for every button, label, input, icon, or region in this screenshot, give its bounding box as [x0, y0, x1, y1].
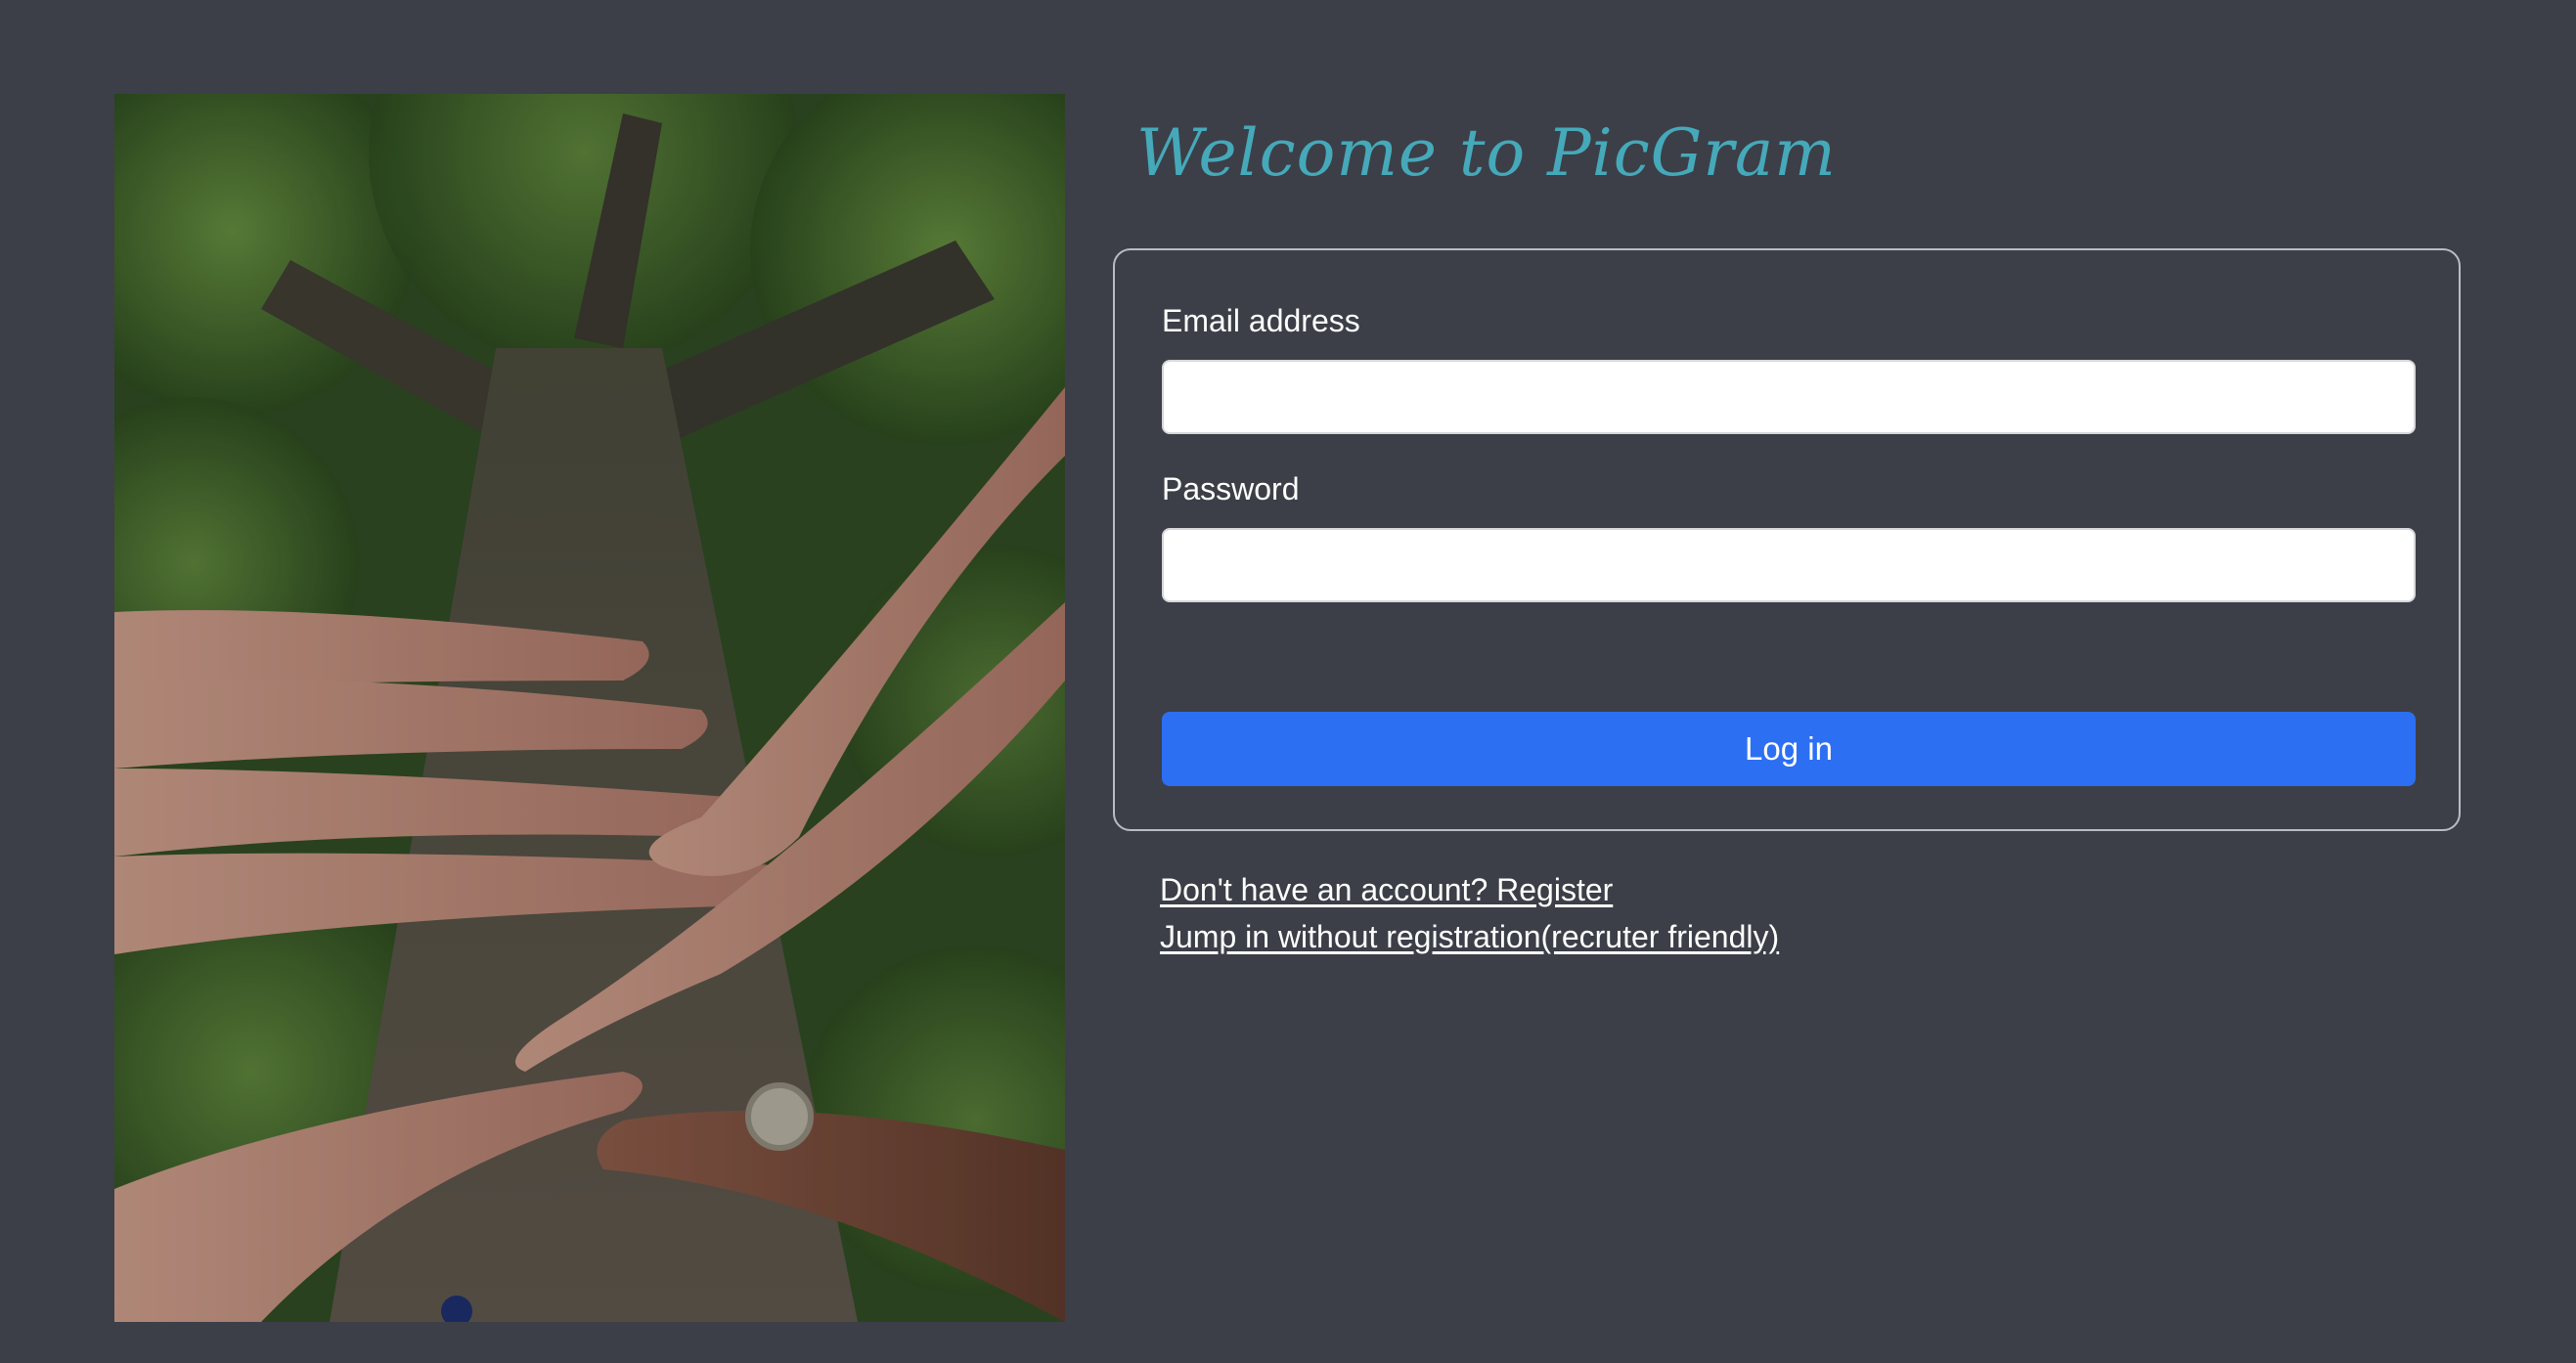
password-label: Password [1162, 471, 1300, 506]
email-input[interactable] [1162, 360, 2416, 434]
login-button[interactable]: Log in [1162, 712, 2416, 786]
auth-links: Don't have an account? Register Jump in … [1160, 866, 1779, 960]
page-title: Welcome to PicGram [1136, 115, 1837, 191]
login-form: Email address Password Log in [1113, 248, 2461, 831]
password-input[interactable] [1162, 528, 2416, 602]
register-link[interactable]: Don't have an account? Register [1160, 866, 1779, 913]
guest-login-link[interactable]: Jump in without registration(recruter fr… [1160, 913, 1779, 960]
hero-image [114, 94, 1065, 1322]
email-label: Email address [1162, 303, 1360, 338]
login-page: Welcome to PicGram Email address Passwor… [0, 0, 2576, 1363]
forest-hands-photo [114, 94, 1065, 1322]
